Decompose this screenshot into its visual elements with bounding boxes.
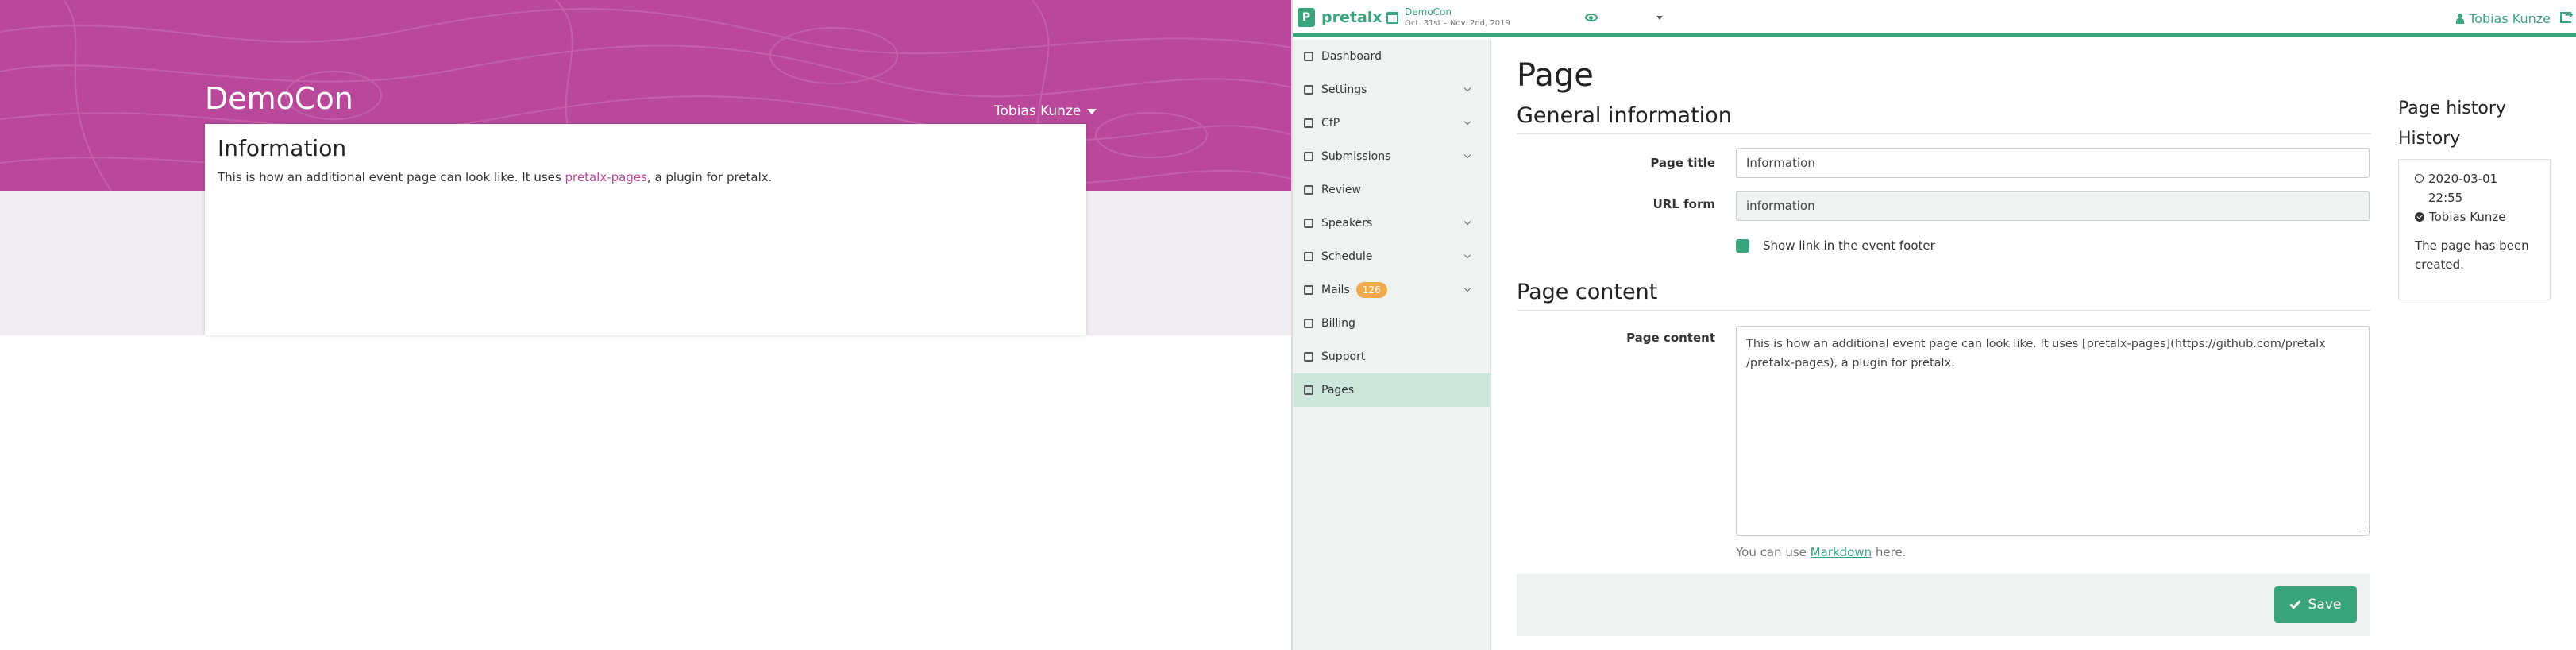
page-title: Information [218,135,347,161]
sidebar: Dashboard Settings CfP Submissions Review Spe… [1293,40,1491,650]
page-heading: Page [1517,57,1594,94]
event-switcher[interactable]: DemoCon Oct. 31st – Nov. 2nd, 2019 [1386,6,1663,30]
chevron-down-icon [1463,84,1471,92]
page-body-text-end: , a plugin for pretalx. [646,170,773,184]
chevron-down-icon [1463,151,1471,159]
general-info-heading: General information [1517,103,1732,128]
sidebar-item-schedule[interactable]: Schedule [1293,240,1490,273]
page-content-card: Information This is how an additional ev… [205,124,1086,335]
form-submit-bar: Save [1517,574,2370,636]
logout-icon[interactable] [2560,10,2574,23]
save-button-label: Save [2308,597,2342,613]
footer-link-checkbox[interactable] [1736,239,1749,253]
id-card-icon [1304,219,1313,228]
brand-name: pretalx [1321,9,1382,26]
event-switcher-name: DemoCon [1405,6,1452,17]
page-content-line: /pretalx-pages), a plugin for pretalx. [1746,357,1955,369]
view-public-eye-icon[interactable] [1585,14,1598,21]
sidebar-item-settings[interactable]: Settings [1293,73,1490,106]
page-content-heading: Page content [1517,280,1658,304]
sidebar-item-review[interactable]: Review [1293,173,1490,207]
top-user-name: Tobias Kunze [2469,11,2551,26]
sidebar-item-label: Schedule [1321,250,1373,263]
sidebar-item-submissions[interactable]: Submissions [1293,140,1490,173]
chevron-down-icon [1463,284,1471,292]
user-menu-name: Tobias Kunze [994,103,1082,119]
history-subtitle: History [2398,129,2461,149]
page-body: This is how an additional event page can… [218,170,772,184]
page-content-line: This is how an additional event page can… [1746,338,2326,350]
caret-down-icon [1087,108,1097,114]
footer-link-checkbox-label[interactable]: Show link in the event footer [1763,238,1935,253]
help-text-end: here. [1872,545,1907,559]
page-content-label: Page content [1626,331,1715,345]
page-content-textarea[interactable]: This is how an additional event page can… [1736,326,2370,536]
organiser-backend: P pretalx DemoCon Oct. 31st – Nov. 2nd, … [1291,0,2576,650]
page-title-label: Page title [1650,156,1715,170]
sidebar-item-label: Support [1321,350,1366,363]
user-icon [2456,14,2465,24]
sidebar-item-cfp[interactable]: CfP [1293,106,1490,140]
envelope-icon [1304,285,1313,295]
help-text-start: You can use [1736,545,1811,559]
sidebar-item-dashboard[interactable]: Dashboard [1293,40,1490,73]
eye-icon [1304,185,1313,195]
wrench-icon [1304,85,1313,95]
chevron-down-icon [1463,118,1471,126]
sticky-note-icon [1304,152,1313,161]
chevron-down-icon [1463,218,1471,226]
url-form-label: URL form [1652,197,1715,211]
sidebar-item-label: Speakers [1321,217,1373,230]
history-timestamp: 2020-03-01 22:55 [2428,172,2498,205]
sidebar-item-label: Review [1321,184,1361,196]
file-icon [1304,385,1313,395]
mail-count-badge: 126 [1355,282,1387,298]
sidebar-item-mails[interactable]: Mails 126 [1293,273,1490,307]
sidebar-item-support[interactable]: Support [1293,340,1490,373]
divider [1517,310,2371,311]
history-author: Tobias Kunze [2429,210,2506,224]
brand-link[interactable]: P pretalx [1298,8,1382,27]
markdown-link[interactable]: Markdown [1811,545,1872,559]
top-user-link[interactable]: Tobias Kunze [2456,11,2551,26]
sidebar-item-pages[interactable]: Pages [1293,373,1490,407]
page-body-text: This is how an additional event page can… [218,170,565,184]
save-button[interactable]: Save [2274,586,2357,623]
sidebar-item-label: Dashboard [1321,50,1382,63]
event-switcher-dates: Oct. 31st – Nov. 2nd, 2019 [1405,19,1510,28]
chevron-down-icon [1463,251,1471,259]
sidebar-item-billing[interactable]: Billing [1293,307,1490,340]
support-icon [1304,352,1313,362]
clock-icon [2415,174,2424,183]
event-page-preview: DemoCon Tobias Kunze Information This is… [0,0,1291,650]
check-icon [2289,597,2301,609]
sidebar-item-label: CfP [1321,117,1340,130]
page-title-input[interactable]: Information [1736,148,2370,178]
caret-down-icon [1656,16,1663,20]
user-menu[interactable]: Tobias Kunze [994,103,1097,119]
check-circle-icon [2415,212,2424,222]
event-title[interactable]: DemoCon [205,81,353,116]
url-form-input[interactable]: information [1736,191,2370,221]
history-entry: 2020-03-01 22:55 Tobias Kunze The page h… [2398,159,2551,300]
credit-card-icon [1304,319,1313,328]
calendar-icon [1386,12,1398,24]
sidebar-item-label: Pages [1321,384,1355,397]
pretalx-pages-link[interactable]: pretalx-pages [565,170,647,184]
history-message: The page has been created. [2415,238,2529,272]
sidebar-item-speakers[interactable]: Speakers [1293,207,1490,240]
sidebar-item-label: Submissions [1321,150,1391,163]
markdown-help-text: You can use Markdown here. [1736,545,1906,559]
sidebar-item-label: Mails [1321,284,1350,296]
calendar-icon [1304,252,1313,261]
top-navbar: P pretalx DemoCon Oct. 31st – Nov. 2nd, … [1293,0,2576,37]
pretalx-logo-icon: P [1298,8,1315,27]
dashboard-icon [1304,52,1313,61]
sidebar-item-label: Settings [1321,83,1367,96]
sidebar-item-label: Billing [1321,317,1355,330]
bullhorn-icon [1304,118,1313,128]
divider [1517,133,2371,134]
page-history-title: Page history [2398,99,2506,118]
